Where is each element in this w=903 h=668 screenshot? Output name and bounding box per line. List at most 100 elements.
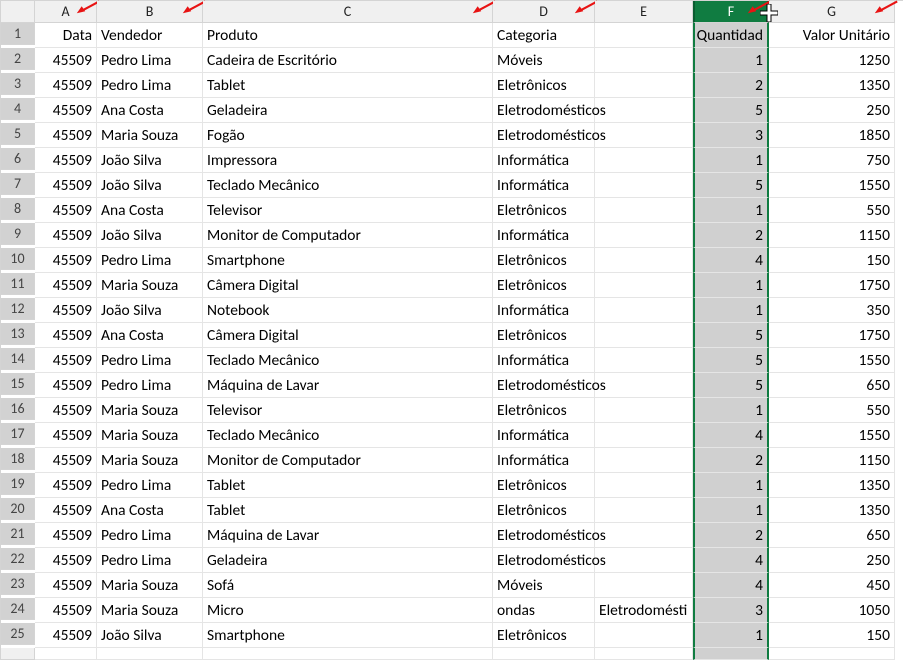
row-header[interactable]: 6 (1, 148, 35, 170)
cell-C21[interactable]: Máquina de Lavar (203, 523, 493, 548)
cell-B17[interactable]: Maria Souza (97, 423, 203, 448)
row-header[interactable]: 15 (1, 373, 35, 395)
cell-A24[interactable]: 45509 (35, 598, 97, 623)
cell-F6[interactable]: 1 (693, 148, 769, 173)
row-header[interactable]: 10 (1, 248, 35, 270)
cell-F8[interactable]: 1 (693, 198, 769, 223)
cell-F20[interactable]: 1 (693, 498, 769, 523)
cell-D21[interactable]: Eletrodomésticos (493, 523, 595, 548)
cell-A15[interactable]: 45509 (35, 373, 97, 398)
cell-A12[interactable]: 45509 (35, 298, 97, 323)
cell-C15[interactable]: Máquina de Lavar (203, 373, 493, 398)
cell-D15[interactable]: Eletrodomésticos (493, 373, 595, 398)
cell-G21[interactable]: 650 (769, 523, 895, 548)
cell-B18[interactable]: Maria Souza (97, 448, 203, 473)
cell-G2[interactable]: 1250 (769, 48, 895, 73)
row-header[interactable]: 12 (1, 298, 35, 320)
row-header[interactable]: 5 (1, 123, 35, 145)
row-header[interactable]: 23 (1, 573, 35, 595)
cell-empty[interactable] (97, 648, 203, 660)
cell-D16[interactable]: Eletrônicos (493, 398, 595, 423)
cell-C20[interactable]: Tablet (203, 498, 493, 523)
cell-F16[interactable]: 1 (693, 398, 769, 423)
cell-F3[interactable]: 2 (693, 73, 769, 98)
cell-D12[interactable]: Informática (493, 298, 595, 323)
cell-F2[interactable]: 1 (693, 48, 769, 73)
cell-C1[interactable]: Produto (203, 23, 493, 48)
cell-E19[interactable] (595, 473, 693, 498)
cell-B3[interactable]: Pedro Lima (97, 73, 203, 98)
cell-E25[interactable] (595, 623, 693, 648)
cell-B13[interactable]: Ana Costa (97, 323, 203, 348)
cell-B10[interactable]: Pedro Lima (97, 248, 203, 273)
cell-C8[interactable]: Televisor (203, 198, 493, 223)
cell-B24[interactable]: Maria Souza (97, 598, 203, 623)
cell-B19[interactable]: Pedro Lima (97, 473, 203, 498)
col-header-G[interactable]: G (769, 1, 895, 23)
cell-E22[interactable] (595, 548, 693, 573)
cell-A9[interactable]: 45509 (35, 223, 97, 248)
cell-F13[interactable]: 5 (693, 323, 769, 348)
cell-C19[interactable]: Tablet (203, 473, 493, 498)
cell-B6[interactable]: João Silva (97, 148, 203, 173)
cell-empty[interactable] (35, 648, 97, 660)
cell-B11[interactable]: Maria Souza (97, 273, 203, 298)
cell-G11[interactable]: 1750 (769, 273, 895, 298)
cell-E10[interactable] (595, 248, 693, 273)
cell-empty[interactable] (693, 648, 769, 660)
cell-G24[interactable]: 1050 (769, 598, 895, 623)
row-header[interactable]: 11 (1, 273, 35, 295)
cell-F14[interactable]: 5 (693, 348, 769, 373)
cell-A14[interactable]: 45509 (35, 348, 97, 373)
cell-F7[interactable]: 5 (693, 173, 769, 198)
cell-E21[interactable] (595, 523, 693, 548)
cell-empty[interactable] (769, 648, 895, 660)
cell-C18[interactable]: Monitor de Computador (203, 448, 493, 473)
cell-G16[interactable]: 550 (769, 398, 895, 423)
cell-G18[interactable]: 1150 (769, 448, 895, 473)
cell-G17[interactable]: 1550 (769, 423, 895, 448)
cell-A10[interactable]: 45509 (35, 248, 97, 273)
row-header[interactable]: 4 (1, 98, 35, 120)
cell-A11[interactable]: 45509 (35, 273, 97, 298)
cell-B7[interactable]: João Silva (97, 173, 203, 198)
cell-A23[interactable]: 45509 (35, 573, 97, 598)
cell-D6[interactable]: Informática (493, 148, 595, 173)
cell-E15[interactable] (595, 373, 693, 398)
cell-E7[interactable] (595, 173, 693, 198)
cell-E23[interactable] (595, 573, 693, 598)
cell-C23[interactable]: Sofá (203, 573, 493, 598)
cell-C11[interactable]: Câmera Digital (203, 273, 493, 298)
cell-B23[interactable]: Maria Souza (97, 573, 203, 598)
row-header[interactable]: 24 (1, 598, 35, 620)
cell-E5[interactable] (595, 123, 693, 148)
cell-F22[interactable]: 4 (693, 548, 769, 573)
row-header[interactable]: 20 (1, 498, 35, 520)
cell-C7[interactable]: Teclado Mecânico (203, 173, 493, 198)
cell-E20[interactable] (595, 498, 693, 523)
cell-A5[interactable]: 45509 (35, 123, 97, 148)
cell-D1[interactable]: Categoria (493, 23, 595, 48)
cell-B4[interactable]: Ana Costa (97, 98, 203, 123)
cell-E9[interactable] (595, 223, 693, 248)
cell-D3[interactable]: Eletrônicos (493, 73, 595, 98)
cell-A4[interactable]: 45509 (35, 98, 97, 123)
cell-E3[interactable] (595, 73, 693, 98)
cell-A21[interactable]: 45509 (35, 523, 97, 548)
cell-C3[interactable]: Tablet (203, 73, 493, 98)
cell-D20[interactable]: Eletrônicos (493, 498, 595, 523)
cell-F1[interactable]: Quantidad (693, 23, 769, 48)
cell-G12[interactable]: 350 (769, 298, 895, 323)
cell-G14[interactable]: 1550 (769, 348, 895, 373)
cell-G23[interactable]: 450 (769, 573, 895, 598)
col-header-E[interactable]: E (595, 1, 693, 23)
cell-E18[interactable] (595, 448, 693, 473)
cell-D10[interactable]: Eletrônicos (493, 248, 595, 273)
cell-D17[interactable]: Informática (493, 423, 595, 448)
row-header[interactable]: 17 (1, 423, 35, 445)
cell-A22[interactable]: 45509 (35, 548, 97, 573)
cell-G22[interactable]: 250 (769, 548, 895, 573)
row-header[interactable]: 25 (1, 623, 35, 645)
cell-C22[interactable]: Geladeira (203, 548, 493, 573)
cell-B12[interactable]: João Silva (97, 298, 203, 323)
